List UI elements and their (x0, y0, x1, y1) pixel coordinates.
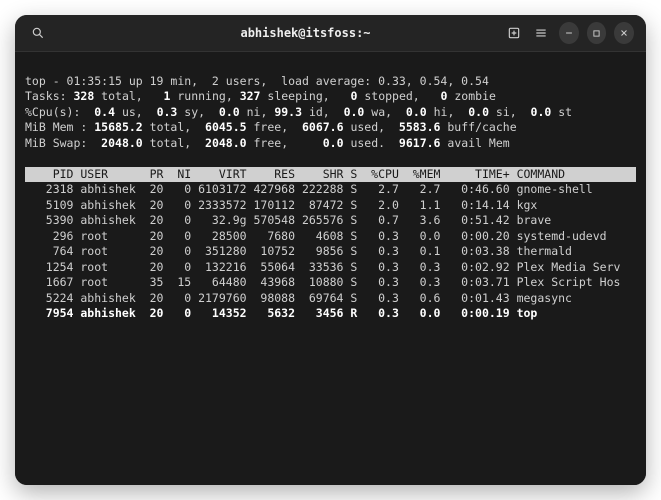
process-row: 5390 abhishek 20 0 32.9g 570548 265576 S… (25, 213, 636, 229)
process-row: 1667 root 35 15 64480 43968 10880 S 0.3 … (25, 275, 636, 291)
swap-line: MiB Swap: 2048.0 total, 2048.0 free, 0.0… (25, 136, 510, 150)
process-row: 296 root 20 0 28500 7680 4608 S 0.3 0.0 … (25, 229, 636, 245)
process-row: 2318 abhishek 20 0 6103172 427968 222288… (25, 182, 636, 198)
top-summary-line: top - 01:35:15 up 19 min, 2 users, load … (25, 74, 489, 88)
maximize-button[interactable] (587, 22, 607, 44)
terminal-window: abhishek@itsfoss:~ top - 01:35:15 up 19 … (15, 15, 646, 485)
search-icon[interactable] (27, 22, 49, 44)
new-tab-icon[interactable] (504, 22, 524, 44)
cpu-line: %Cpu(s): 0.4 us, 0.3 sy, 0.0 ni, 99.3 id… (25, 105, 572, 119)
window-title: abhishek@itsfoss:~ (107, 26, 504, 40)
mem-line: MiB Mem : 15685.2 total, 6045.5 free, 60… (25, 120, 517, 134)
process-row: 764 root 20 0 351280 10752 9856 S 0.3 0.… (25, 244, 636, 260)
tasks-line: Tasks: 328 total, 1 running, 327 sleepin… (25, 89, 496, 103)
process-row: 7954 abhishek 20 0 14352 5632 3456 R 0.3… (25, 306, 636, 322)
hamburger-icon[interactable] (532, 22, 552, 44)
process-row: 5224 abhishek 20 0 2179760 98088 69764 S… (25, 291, 636, 307)
close-button[interactable] (614, 22, 634, 44)
process-row: 1254 root 20 0 132216 55064 33536 S 0.3 … (25, 260, 636, 276)
process-row: 5109 abhishek 20 0 2333572 170112 87472 … (25, 198, 636, 214)
terminal-output[interactable]: top - 01:35:15 up 19 min, 2 users, load … (15, 52, 646, 485)
minimize-button[interactable] (559, 22, 579, 44)
titlebar: abhishek@itsfoss:~ (15, 15, 646, 52)
process-list: 2318 abhishek 20 0 6103172 427968 222288… (25, 182, 636, 322)
column-headers: PID USER PR NI VIRT RES SHR S %CPU %MEM … (25, 167, 636, 183)
